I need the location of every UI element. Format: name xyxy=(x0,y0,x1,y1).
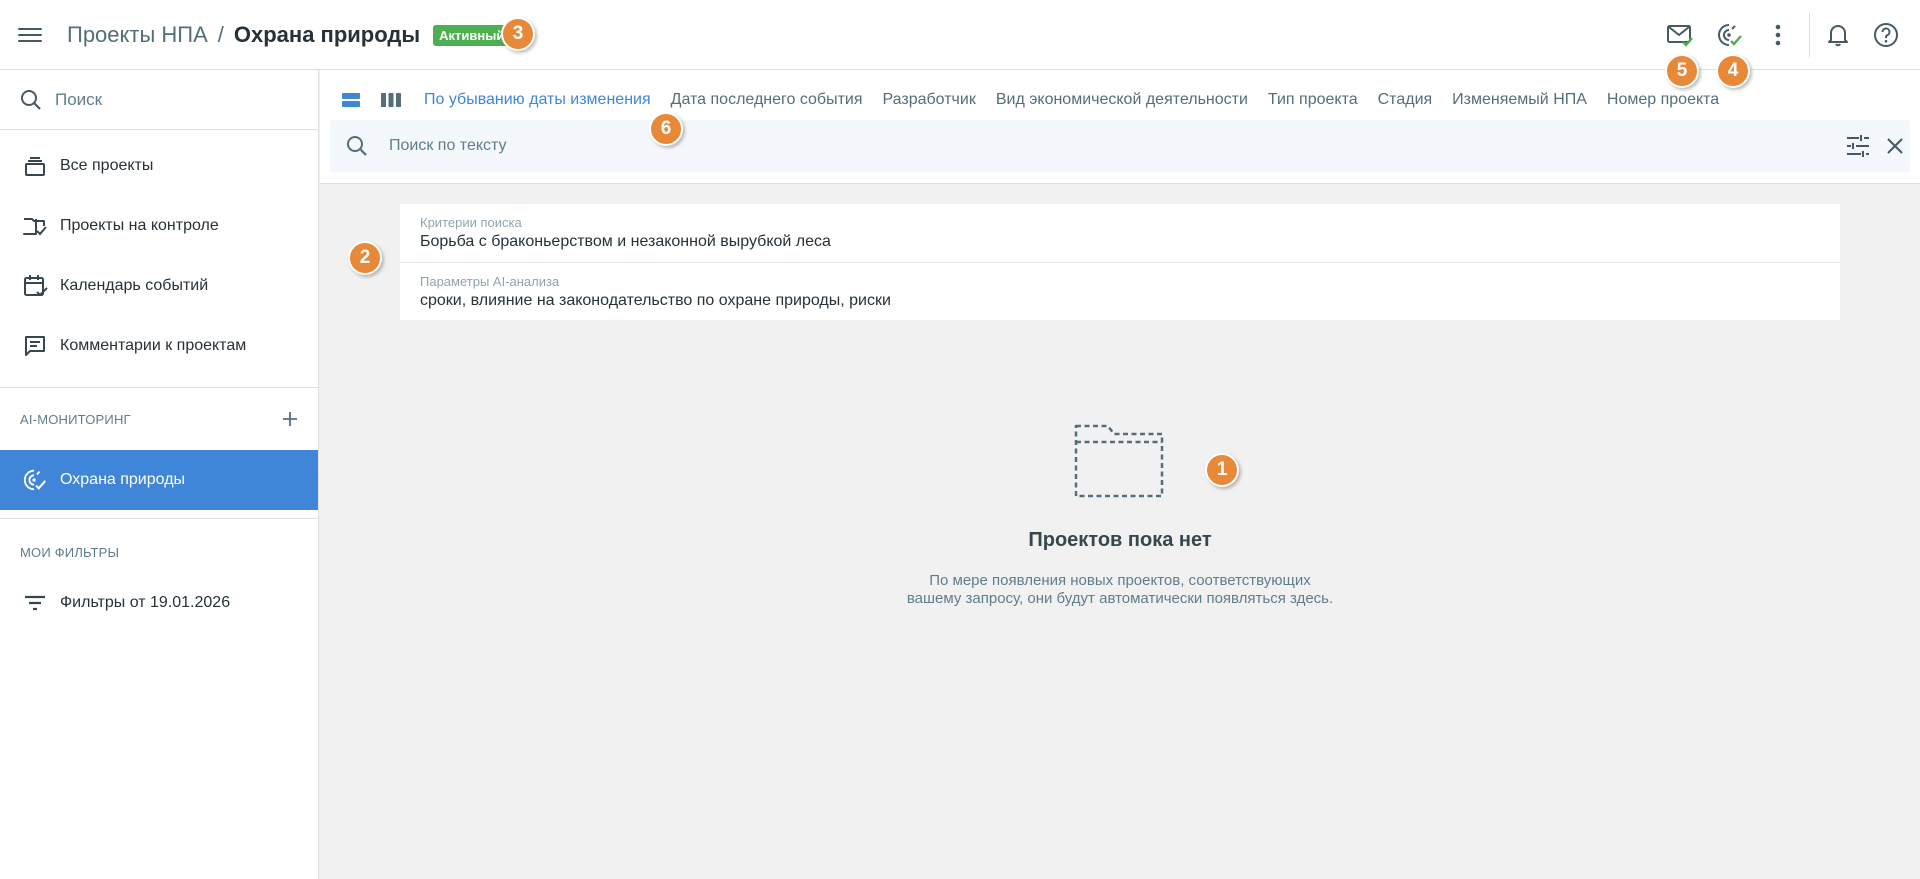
sidebar-item-label: Проекты на контроле xyxy=(60,217,219,234)
sidebar-item-label: Фильтры от 19.01.2026 xyxy=(60,594,231,611)
filter-icon xyxy=(22,590,48,616)
sidebar-item-label: Охрана природы xyxy=(60,471,186,488)
breadcrumb: Проекты НПА / Охрана природы Активный xyxy=(67,20,511,50)
columns-view-icon[interactable] xyxy=(380,89,402,111)
sort-option-modified-act[interactable]: Изменяемый НПА xyxy=(1452,91,1587,109)
mail-check-icon[interactable] xyxy=(1665,20,1695,50)
header-divider xyxy=(1809,12,1810,58)
my-filters-section-title: МОИ ФИЛЬТРЫ xyxy=(20,544,120,560)
ai-monitoring-icon xyxy=(22,467,48,493)
step-marker-4: 4 xyxy=(1716,54,1750,88)
sidebar-item-label: Комментарии к проектам xyxy=(60,337,247,354)
add-icon[interactable] xyxy=(282,411,298,427)
ai-monitoring-check-icon[interactable] xyxy=(1715,20,1745,50)
sidebar-item-event-calendar[interactable]: Календарь событий xyxy=(0,256,318,316)
sidebar-search[interactable]: Поиск xyxy=(0,70,318,130)
sidebar-item-label: Все проекты xyxy=(60,157,154,174)
sidebar-item-saved-filter[interactable]: Фильтры от 19.01.2026 xyxy=(0,573,318,633)
sort-option-last-event[interactable]: Дата последнего события xyxy=(671,91,863,109)
ai-params-label: Параметры AI-анализа xyxy=(420,274,560,289)
search-icon xyxy=(347,136,367,156)
empty-state: Проектов пока нет По мере появления новы… xyxy=(820,420,1420,608)
sidebar-item-all-projects[interactable]: Все проекты xyxy=(0,136,318,196)
more-vertical-icon[interactable] xyxy=(1763,20,1793,50)
text-search-input[interactable]: Поиск по тексту xyxy=(330,120,1910,172)
sort-option-stage[interactable]: Стадия xyxy=(1378,91,1433,109)
status-badge: Активный xyxy=(433,24,511,46)
step-marker-6: 6 xyxy=(649,112,683,146)
empty-state-description-line: вашему запросу, они будут автоматически … xyxy=(906,590,1334,607)
tune-icon[interactable] xyxy=(1845,134,1871,158)
list-view-icon[interactable] xyxy=(340,89,362,111)
top-header: Проекты НПА / Охрана природы Активный xyxy=(0,0,1920,70)
sidebar-item-project-comments[interactable]: Комментарии к проектам xyxy=(0,316,318,376)
empty-folder-icon xyxy=(1074,424,1164,498)
sort-option-project-type[interactable]: Тип проекта xyxy=(1268,91,1358,109)
sort-option-developer[interactable]: Разработчик xyxy=(883,91,976,109)
ai-monitoring-section-header: AI-МОНИТОРИНГ xyxy=(0,388,318,450)
step-marker-3: 3 xyxy=(501,17,535,51)
close-icon[interactable] xyxy=(1885,136,1905,156)
breadcrumb-separator: / xyxy=(217,22,224,47)
ai-params-value: сроки, влияние на законодательство по ох… xyxy=(420,292,891,309)
sidebar: Поиск Все проекты Проекты на контроле Ка… xyxy=(0,70,319,879)
search-icon xyxy=(21,89,41,110)
empty-state-title: Проектов пока нет xyxy=(1028,529,1212,551)
empty-state-description-line: По мере появления новых проектов, соотве… xyxy=(929,572,1311,589)
hamburger-menu-icon[interactable] xyxy=(18,24,42,46)
breadcrumb-parent-link[interactable]: Проекты НПА xyxy=(67,22,208,48)
bell-icon[interactable] xyxy=(1823,20,1853,50)
sort-options-row: По убыванию даты изменения Дата последне… xyxy=(340,87,1739,113)
page-title: Охрана природы xyxy=(233,22,421,47)
calendar-check-icon xyxy=(22,273,48,299)
search-criteria-label: Критерии поиска xyxy=(420,215,522,230)
search-criteria-card: Критерии поиска Борьба с браконьерством … xyxy=(400,204,1840,320)
ai-monitoring-section-title: AI-МОНИТОРИНГ xyxy=(20,411,131,427)
empty-state-description: По мере появления новых проектов, соотве… xyxy=(820,572,1420,608)
folder-check-icon xyxy=(22,213,48,239)
step-marker-1: 1 xyxy=(1205,453,1239,487)
stack-icon xyxy=(22,153,48,179)
sort-option-economic-activity[interactable]: Вид экономической деятельности xyxy=(996,91,1248,109)
step-marker-2: 2 xyxy=(348,241,382,275)
ai-params-row: Параметры AI-анализа сроки, влияние на з… xyxy=(400,262,1840,320)
sort-option-project-number[interactable]: Номер проекта xyxy=(1607,91,1719,109)
sort-option-date-modified[interactable]: По убыванию даты изменения xyxy=(424,91,651,109)
sidebar-search-placeholder: Поиск xyxy=(55,89,103,109)
help-icon[interactable] xyxy=(1871,20,1901,50)
search-criteria-row: Критерии поиска Борьба с браконьерством … xyxy=(400,204,1840,262)
search-criteria-value: Борьба с браконьерством и незаконной выр… xyxy=(420,233,831,250)
sidebar-item-controlled-projects[interactable]: Проекты на контроле xyxy=(0,196,318,256)
comment-icon xyxy=(22,333,48,359)
sidebar-item-nature-protection[interactable]: Охрана природы xyxy=(0,450,318,510)
sidebar-item-label: Календарь событий xyxy=(60,277,209,294)
text-search-placeholder: Поиск по тексту xyxy=(389,137,507,154)
step-marker-5: 5 xyxy=(1665,54,1699,88)
